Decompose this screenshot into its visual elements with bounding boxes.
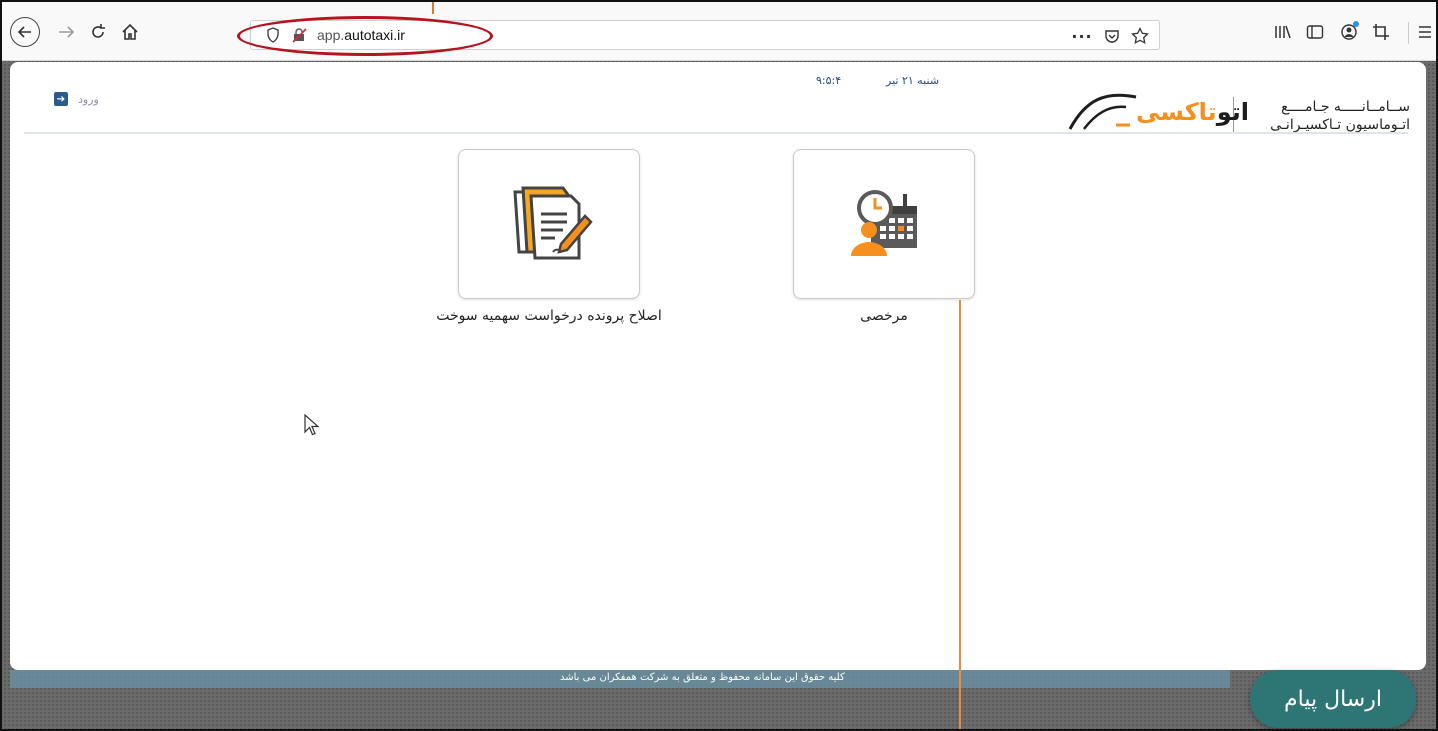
orange-annotation-line [959, 300, 961, 731]
reload-icon [92, 24, 105, 38]
footer-copyright: کلیه حقوق این سامانه محفوظ و متعلق به شر… [560, 672, 845, 683]
browser-toolbar: app.autotaxi.ir ··· [2, 2, 1436, 61]
arrow-right-icon [59, 26, 75, 38]
url-highlight-annotation [237, 16, 493, 56]
brand-subtitle: اتـوماسيون تـاكسيـرانـی [1270, 117, 1410, 133]
page-content: ➔ ورود شنبه ۲۱ تیر ۹:۵:۴ ســامــانـــــه… [10, 62, 1426, 670]
time-display: ۹:۵:۴ [816, 74, 842, 87]
date-display: شنبه ۲۱ تیر [886, 74, 940, 87]
login-link[interactable]: ➔ ورود [54, 92, 99, 106]
bookmark-star-icon[interactable] [1129, 25, 1151, 47]
back-button[interactable] [10, 17, 40, 47]
send-message-button[interactable]: ارسال پیام [1250, 670, 1416, 728]
document-edit-icon [513, 186, 593, 260]
forward-button[interactable] [54, 20, 78, 44]
sidebar-icon[interactable] [1302, 20, 1328, 44]
arrow-left-icon [17, 26, 31, 38]
pocket-icon[interactable] [1101, 25, 1123, 47]
login-label: ورود [78, 92, 99, 106]
fuel-quota-tile[interactable] [458, 149, 640, 299]
brand-title: ســامــانـــــه جـامــــع [1281, 99, 1410, 115]
home-icon [122, 23, 138, 40]
reload-button[interactable] [86, 20, 110, 44]
notification-dot [1353, 21, 1359, 27]
leave-tile[interactable] [793, 149, 975, 299]
page-actions-icon[interactable]: ··· [1071, 25, 1093, 47]
account-icon[interactable] [1336, 20, 1362, 44]
home-button[interactable] [118, 20, 142, 44]
mouse-pointer-icon [304, 414, 320, 436]
header-divider [24, 132, 1408, 134]
menu-icon[interactable] [1412, 20, 1438, 44]
library-icon[interactable] [1270, 20, 1296, 44]
leave-tile-label[interactable]: مرخصی [793, 308, 975, 324]
screenshot-icon[interactable] [1368, 20, 1394, 44]
login-icon: ➔ [54, 92, 68, 106]
leave-calendar-icon [851, 190, 917, 256]
toolbar-separator [1408, 22, 1409, 44]
logo-swoosh-icon [1068, 93, 1137, 130]
fuel-quota-tile-label[interactable]: اصلاح پرونده درخواست سهمیه سوخت [390, 308, 708, 324]
logo: اتوتاکسی [1136, 98, 1249, 126]
orange-annotation-marker [432, 0, 434, 14]
